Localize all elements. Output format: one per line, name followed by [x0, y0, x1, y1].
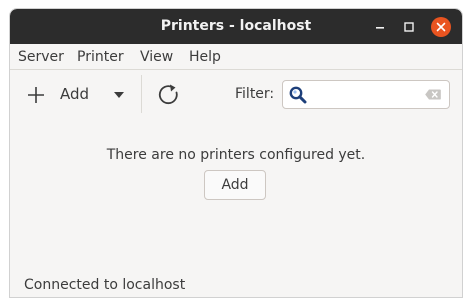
toolbar-separator: [141, 75, 142, 113]
menu-printer[interactable]: Printer: [77, 48, 124, 66]
filter-label: Filter:: [235, 86, 275, 102]
empty-state-message: There are no printers configured yet.: [106, 147, 366, 163]
status-bar-text: Connected to localhost: [24, 277, 186, 293]
refresh-button[interactable]: [154, 80, 184, 110]
maximize-button[interactable]: [399, 17, 419, 37]
refresh-icon: [158, 84, 178, 105]
filter-field[interactable]: [282, 80, 450, 109]
add-printer-button[interactable]: Add: [22, 80, 128, 110]
add-button-label: Add: [60, 85, 90, 103]
menu-help[interactable]: Help: [189, 48, 221, 66]
printers-window: Printers - localhost Server Printer View…: [10, 9, 462, 297]
close-button[interactable]: [431, 17, 451, 37]
window-title: Printers - localhost: [160, 18, 312, 34]
toolbar: Add Filter:: [10, 71, 462, 117]
triangle-down-icon[interactable]: [114, 91, 124, 99]
maximize-icon: [404, 22, 414, 32]
plus-icon: [28, 87, 44, 103]
minimize-button[interactable]: [370, 17, 390, 37]
menu-view[interactable]: View: [140, 48, 173, 66]
menu-server[interactable]: Server: [18, 48, 64, 66]
search-icon: [289, 86, 307, 104]
filter-input[interactable]: [311, 84, 421, 105]
clear-icon[interactable]: [425, 89, 441, 100]
add-printer-empty-button[interactable]: Add: [204, 170, 266, 200]
menu-bar: Server Printer View Help: [10, 44, 462, 70]
title-bar[interactable]: Printers - localhost: [10, 9, 462, 44]
close-icon: [436, 22, 446, 32]
minimize-icon: [376, 27, 384, 29]
